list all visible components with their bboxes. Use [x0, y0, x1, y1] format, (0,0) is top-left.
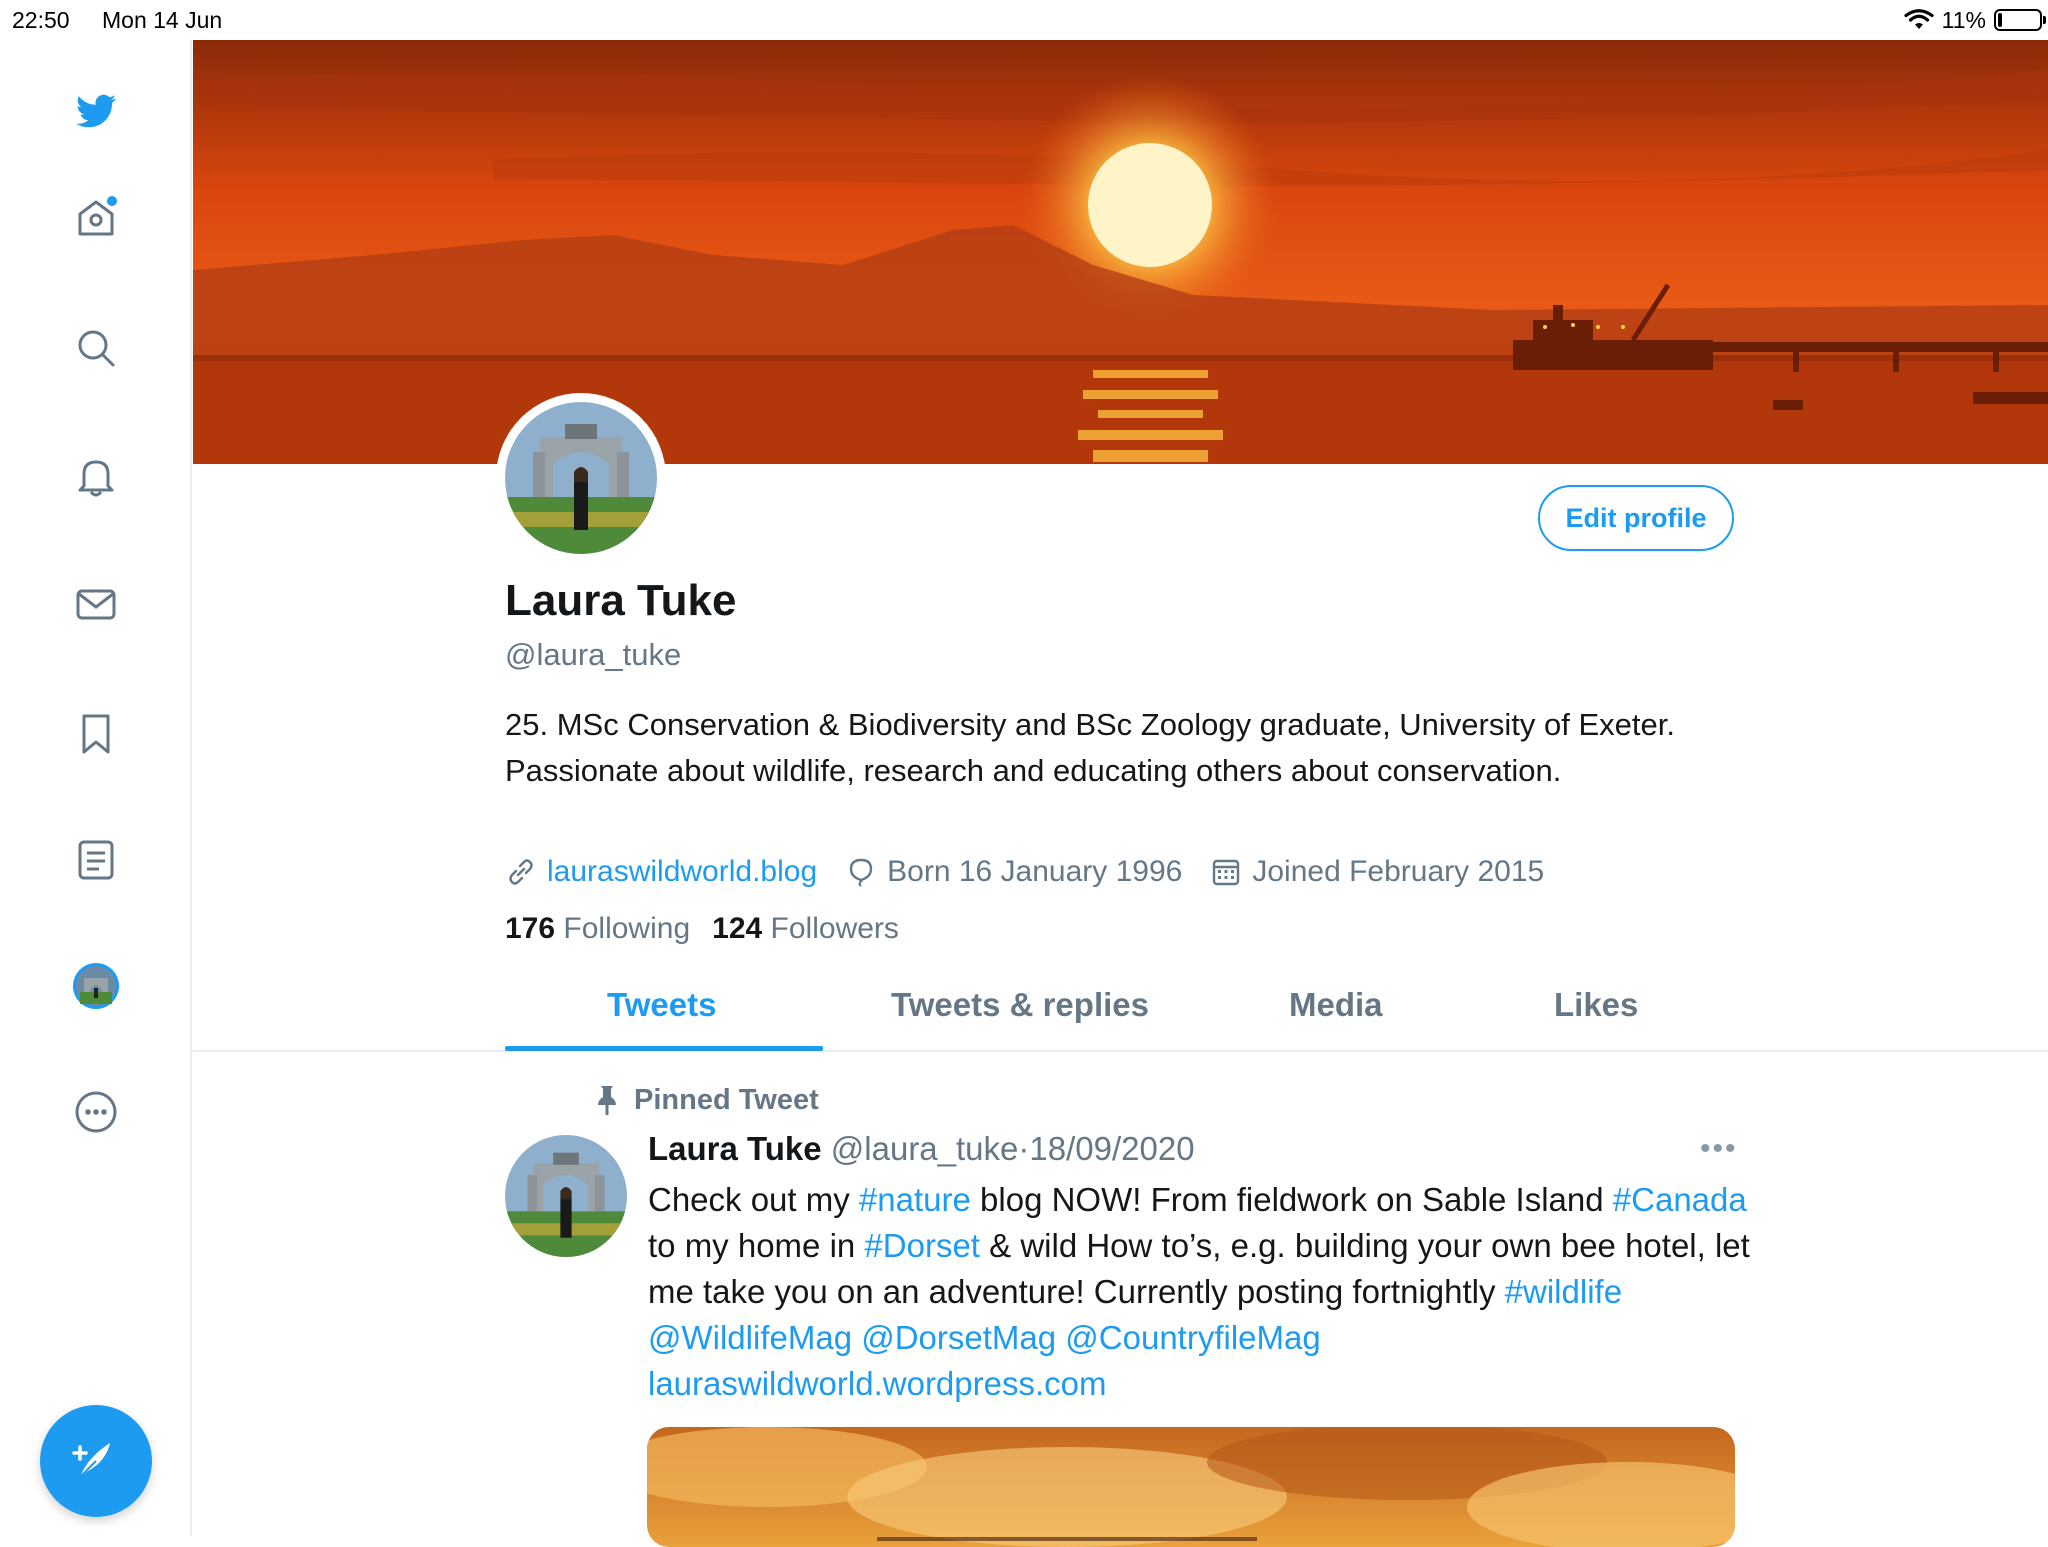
tab-likes[interactable]: Likes [1554, 986, 1638, 1024]
hashtag-nature[interactable]: #nature [859, 1181, 971, 1218]
followers-count[interactable]: 124 Followers [712, 912, 899, 946]
search-icon[interactable] [68, 320, 124, 376]
profile-display-name: Laura Tuke [505, 576, 737, 625]
tweet-text-segment: Check out my [648, 1181, 859, 1218]
wifi-icon [1904, 9, 1934, 29]
tweet-author-name[interactable]: Laura Tuke [648, 1130, 822, 1167]
battery-icon [1994, 9, 2046, 31]
battery-level [1998, 13, 2003, 27]
tweet-text-segment: to my home in [648, 1227, 865, 1264]
more-circle-icon[interactable] [68, 1084, 124, 1140]
calendar-icon [1213, 859, 1240, 886]
hashtag-canada[interactable]: #Canada [1613, 1181, 1747, 1218]
hashtag-wildlife[interactable]: #wildlife [1505, 1273, 1622, 1310]
hashtag-dorset[interactable]: #Dorset [864, 1227, 980, 1264]
tweet-more-icon[interactable]: ••• [1700, 1132, 1738, 1166]
tweet-link[interactable]: lauraswildworld.wordpress.com [648, 1365, 1107, 1402]
tweet-header: Laura Tuke @laura_tuke·18/09/2020 [648, 1130, 1195, 1168]
tweet-media-image[interactable] [647, 1427, 1735, 1547]
follow-counts: 176 Following 124 Followers [505, 912, 921, 946]
profile-bio: 25. MSc Conservation & Biodiversity and … [505, 707, 1675, 788]
status-time: 22:50 [12, 7, 70, 33]
mention-dorsetmag[interactable]: @DorsetMag [861, 1319, 1056, 1356]
status-date: Mon 14 Jun [102, 7, 223, 33]
notification-dot [107, 196, 117, 206]
status-indicators: 11% [1904, 6, 2046, 34]
joined-text: Joined February 2015 [1252, 855, 1545, 888]
pinned-text: Pinned Tweet [634, 1083, 819, 1116]
tweet-text: Check out my #nature blog NOW! From fiel… [648, 1177, 1758, 1407]
profile-avatar-large[interactable] [496, 393, 666, 563]
balloon-icon [849, 858, 873, 887]
home-icon[interactable] [68, 190, 124, 246]
edit-profile-button[interactable]: Edit profile [1538, 485, 1734, 551]
following-number: 176 [505, 912, 556, 945]
link-icon [509, 859, 533, 885]
tab-tweets[interactable]: Tweets [607, 986, 716, 1024]
followers-label: Followers [770, 912, 899, 945]
profile-banner [193, 40, 2048, 464]
pinned-tweet-label: Pinned Tweet [590, 1080, 819, 1120]
profile-birthday: Born 16 January 1996 [845, 855, 1182, 889]
pin-icon [598, 1086, 616, 1115]
profile-website[interactable]: lauraswildworld.blog [505, 855, 817, 889]
website-link[interactable]: lauraswildworld.blog [547, 855, 817, 889]
bookmark-icon[interactable] [68, 706, 124, 762]
list-icon[interactable] [68, 832, 124, 888]
tweet-date[interactable]: 18/09/2020 [1029, 1130, 1194, 1167]
tweet-separator: · [1018, 1130, 1030, 1167]
profile-avatar[interactable] [68, 958, 124, 1014]
tweet-author-handle[interactable]: @laura_tuke [831, 1130, 1019, 1167]
sidebar [0, 40, 192, 1536]
mail-icon[interactable] [68, 576, 124, 632]
mention-wildlifemag[interactable]: @WildlifeMag [648, 1319, 852, 1356]
twitter-bird-icon[interactable] [68, 84, 124, 140]
tab-media[interactable]: Media [1289, 986, 1383, 1024]
mention-countryfilemag[interactable]: @CountryfileMag [1065, 1319, 1320, 1356]
following-count[interactable]: 176 Following [505, 912, 690, 946]
tweet-text-segment: blog NOW! From fieldwork on Sable Island [970, 1181, 1613, 1218]
tweet-text-space [852, 1319, 861, 1356]
tweet-text-space [1056, 1319, 1065, 1356]
compose-button[interactable] [40, 1405, 152, 1517]
status-bar: 22:50 Mon 14 Jun 11% [0, 0, 2048, 40]
active-tab-indicator [505, 1046, 823, 1051]
profile-joined: Joined February 2015 [1210, 855, 1544, 889]
tweet-avatar[interactable] [505, 1135, 627, 1257]
bell-icon[interactable] [68, 448, 124, 504]
profile-tabs: Tweets Tweets & replies Media Likes [193, 968, 2048, 1052]
compose-feather-icon [72, 1443, 110, 1478]
profile-handle: @laura_tuke [505, 637, 682, 672]
followers-number: 124 [712, 912, 763, 945]
battery-percent: 11% [1941, 6, 1986, 33]
birthday-text: Born 16 January 1996 [887, 855, 1183, 888]
tab-tweets-replies[interactable]: Tweets & replies [891, 986, 1149, 1024]
following-label: Following [563, 912, 691, 945]
profile-meta: lauraswildworld.blog Born 16 January 199… [505, 850, 1572, 894]
